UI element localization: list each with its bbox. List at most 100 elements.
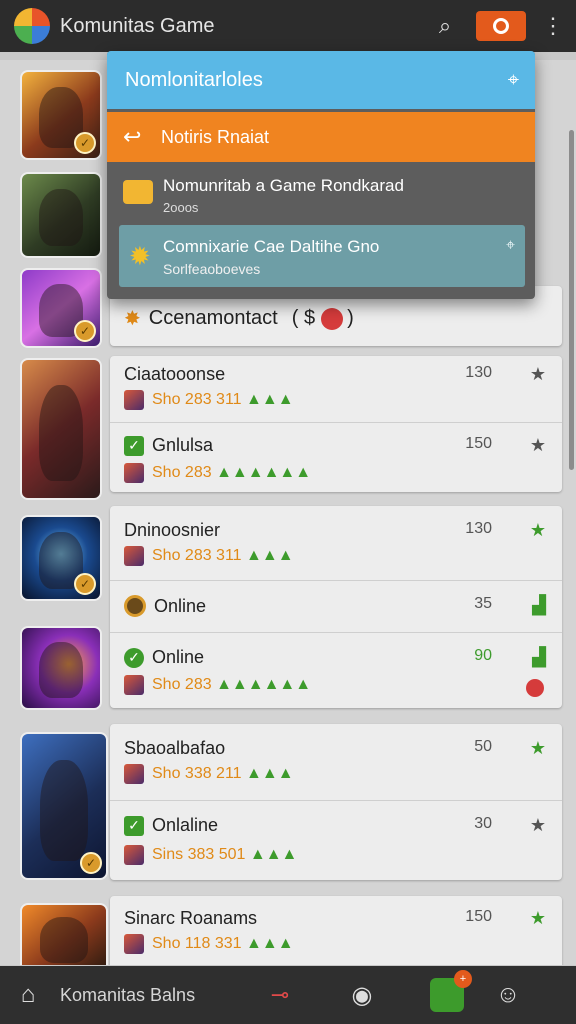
rank-badge-icon: ✓	[74, 573, 96, 595]
player-mini-avatar	[124, 546, 144, 566]
player-count: 35	[474, 595, 492, 612]
player-avatar[interactable]	[20, 358, 102, 500]
player-name: Dninoosnier	[124, 520, 221, 540]
dropdown-item[interactable]: Nomunritab a Game Rondkarad 2ooos	[107, 162, 535, 224]
feed-scrollbar[interactable]	[569, 130, 574, 470]
player-count: 50	[474, 738, 492, 755]
player-card[interactable]: Ciaatooonse 130 ★ Sho 283 311 ▲▲▲ ✓ Gnlul…	[110, 356, 562, 492]
rating-bars: ▲▲▲	[246, 547, 294, 564]
player-name: Sbaoalbafao	[124, 738, 226, 758]
rating-bars: ▲▲▲	[249, 846, 298, 863]
rating-bars: ▲▲▲▲▲▲	[216, 464, 312, 481]
player-count: 90	[474, 647, 492, 664]
player-count: 150	[465, 908, 492, 925]
rating-bars: ▲▲▲	[246, 765, 294, 782]
player-count: 150	[465, 435, 492, 452]
player-name: Sinarc Roanams	[124, 908, 258, 928]
star-icon[interactable]: ★	[530, 908, 546, 929]
star-icon[interactable]: ★	[530, 815, 546, 836]
alert-pin-icon[interactable]	[526, 679, 544, 697]
dropdown-header: Nomlonitarloles ⌖	[107, 51, 535, 109]
player-name: Gnlulsa	[152, 435, 214, 455]
check-icon: ✓	[124, 647, 144, 668]
star-burst-icon: ✹	[129, 241, 151, 271]
player-avatar[interactable]: ✓	[20, 732, 108, 880]
player-row[interactable]: Dninoosnier 130 ★ Sho 283 311 ▲▲▲	[110, 506, 562, 580]
player-card[interactable]: Sbaoalbafao 50 ★ Sho 338 211 ▲▲▲ ✓ Onlali…	[110, 724, 562, 880]
community-suffix: ( $	[291, 307, 316, 329]
more-vertical-icon[interactable]: ⋮	[538, 13, 568, 39]
signal-icon[interactable]: ▟	[532, 647, 546, 668]
player-mini-avatar	[124, 390, 144, 410]
home-icon[interactable]: ⌂	[0, 981, 56, 1009]
dropdown-action-label: Notiris Rnaiat	[161, 126, 270, 147]
player-row[interactable]: Sbaoalbafao 50 ★ Sho 338 211 ▲▲▲	[110, 724, 562, 800]
rank-badge-icon: ✓	[74, 320, 96, 342]
player-card[interactable]: Dninoosnier 130 ★ Sho 283 311 ▲▲▲ Online…	[110, 506, 562, 708]
star-icon[interactable]: ★	[530, 364, 546, 385]
player-count: 30	[474, 815, 492, 832]
dropdown-item-subtitle: Sorlfeaoboeves	[163, 261, 261, 277]
community-star-icon: ✸	[124, 308, 141, 330]
player-avatar[interactable]: ✓	[20, 70, 102, 160]
player-stat: Sins 383 501	[152, 846, 246, 863]
rating-bars: ▲▲▲▲▲▲	[216, 676, 312, 693]
bottom-nav: ⌂ Komanitas Balns ⊸ ◉ + ☺	[0, 966, 576, 1024]
star-icon[interactable]: ★	[530, 738, 546, 759]
player-mini-avatar	[124, 764, 144, 784]
star-icon[interactable]: ★	[530, 435, 546, 456]
player-mini-avatar	[124, 463, 144, 483]
player-row[interactable]: Ciaatooonse 130 ★ Sho 283 311 ▲▲▲	[110, 356, 562, 422]
player-stat: Sho 283 311	[152, 391, 242, 408]
player-stat: Sho 118 331	[152, 935, 242, 952]
player-stat: Sho 283 311	[152, 547, 242, 564]
dropdown-action-row[interactable]: ↩ Notiris Rnaiat	[107, 112, 535, 162]
player-name: Ciaatooonse	[124, 364, 226, 384]
back-arrow-icon[interactable]: ↩	[123, 124, 149, 150]
player-mini-avatar	[124, 934, 144, 954]
player-avatar[interactable]: ✓	[20, 515, 102, 601]
rating-bars: ▲▲▲	[246, 391, 294, 408]
check-icon: ✓	[124, 435, 144, 456]
app-logo[interactable]	[14, 8, 50, 44]
profile-icon[interactable]: ☺	[480, 981, 536, 1009]
pin-icon[interactable]: ⌖	[508, 69, 519, 92]
dropdown-item-subtitle: 2ooos	[163, 200, 199, 215]
player-avatar[interactable]	[20, 903, 108, 965]
player-row[interactable]: Online 35 ▟	[110, 580, 562, 632]
player-mini-avatar	[124, 845, 144, 865]
record-button[interactable]	[476, 11, 526, 41]
player-avatar[interactable]: ✓	[20, 268, 102, 348]
player-card[interactable]: Sinarc Roanams 150 ★ Sho 118 331 ▲▲▲	[110, 896, 562, 965]
record-icon	[493, 18, 509, 34]
player-status: Online	[154, 595, 207, 616]
link-icon[interactable]: ⊸	[250, 982, 310, 1008]
check-icon: ✓	[124, 815, 144, 836]
rank-badge-icon: ✓	[74, 132, 96, 154]
status-badge-icon	[124, 595, 146, 617]
player-avatar[interactable]	[20, 172, 102, 258]
signal-icon[interactable]: ▟	[532, 595, 546, 616]
player-status: Online	[152, 647, 205, 667]
player-row[interactable]: ✓ Online 90 ▟ Sho 283 ▲▲▲▲▲▲	[110, 632, 562, 708]
bag-icon[interactable]: ◉	[334, 981, 390, 1010]
player-status: Onlaline	[152, 815, 219, 835]
player-count: 130	[465, 364, 492, 381]
notification-dropdown: Nomlonitarloles ⌖ ↩ Notiris Rnaiat Nomun…	[107, 51, 535, 299]
dropdown-title: Nomlonitarloles	[125, 68, 263, 91]
star-icon[interactable]: ★	[530, 520, 546, 541]
dropdown-item-highlighted[interactable]: ✹ Comnixarie Cae Daltihe Gno Sorlfeaoboe…	[119, 225, 525, 287]
player-row[interactable]: ✓ Gnlulsa 150 ★ Sho 283 ▲▲▲▲▲▲	[110, 422, 562, 492]
player-row[interactable]: Sinarc Roanams 150 ★ Sho 118 331 ▲▲▲	[110, 896, 562, 965]
alert-icon[interactable]	[321, 307, 344, 330]
player-avatar[interactable]	[20, 626, 102, 710]
search-icon[interactable]: ⌕	[428, 9, 462, 43]
player-mini-avatar	[124, 675, 144, 695]
active-tab-icon[interactable]: +	[430, 970, 472, 1012]
pin-icon[interactable]: ⌖	[506, 237, 515, 255]
player-stat: Sho 283	[152, 676, 212, 693]
nav-label[interactable]: Komanitas Balns	[60, 985, 250, 1006]
player-row[interactable]: ✓ Onlaline 30 ★ Sins 383 501 ▲▲▲	[110, 800, 562, 880]
player-count: 130	[465, 520, 492, 537]
app-bar: Komunitas Game ⌕ ⋮	[0, 0, 576, 52]
